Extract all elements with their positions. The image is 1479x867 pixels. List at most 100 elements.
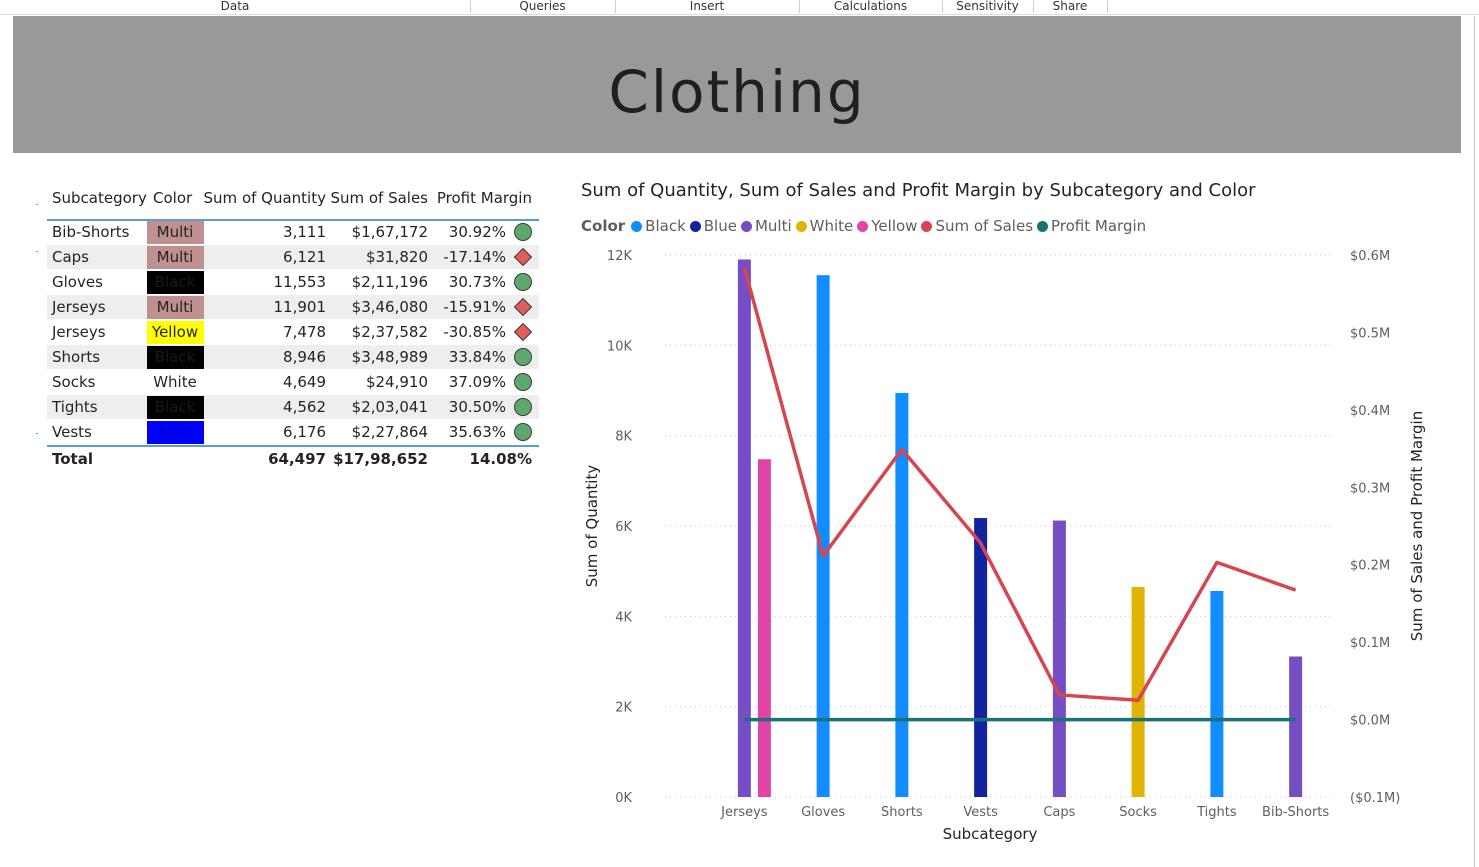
cell-profit-margin: -17.14%: [443, 248, 506, 266]
legend-item-white[interactable]: White: [795, 217, 854, 235]
bar-bib-shorts-multi: [1289, 656, 1303, 797]
cell-profit-margin: -15.91%: [443, 298, 506, 316]
x-tick-label: Vests: [963, 805, 998, 820]
bar-socks-white: [1131, 587, 1145, 797]
cell-sales: $2,37,582: [351, 323, 428, 341]
legend-item-profit-margin[interactable]: Profit Margin: [1037, 217, 1146, 235]
cell-subcategory: Socks: [52, 373, 96, 391]
cell-color: White: [153, 373, 197, 391]
table-row[interactable]: Vests Blue 6,176 $2,27,864 35.63%: [47, 420, 539, 444]
legend-item-black[interactable]: Black: [631, 217, 686, 235]
x-tick-label: Gloves: [801, 805, 845, 820]
cell-color: Blue: [158, 423, 192, 441]
kpi-circle-icon: [514, 348, 532, 366]
y-tick-label: 0K: [615, 791, 632, 806]
chart-legend: Color Black Blue Multi White Yellow Sum of Sal…: [581, 217, 1150, 237]
legend-dot-icon: [631, 221, 643, 232]
y2-tick-label: $0.5M: [1350, 326, 1390, 341]
header-color[interactable]: Color: [153, 183, 192, 219]
table-row[interactable]: Socks White 4,649 $24,910 37.09%: [47, 370, 539, 394]
bar-gloves-black: [816, 275, 830, 797]
bar-shorts-black: [895, 392, 909, 797]
page-title: Clothing: [608, 58, 866, 126]
cell-profit-margin: 33.84%: [448, 348, 506, 366]
y2-tick-label: $0.4M: [1350, 404, 1390, 419]
legend-item-blue[interactable]: Blue: [689, 217, 737, 235]
y2-tick-label: $0.6M: [1350, 249, 1390, 264]
cell-sales: $3,48,989: [351, 348, 428, 366]
y-axis-title: Sum of Quantity: [583, 465, 601, 588]
cell-qty: 4,649: [283, 373, 326, 391]
line-sum-of-sales: [742, 267, 1297, 703]
cell-qty: 11,901: [273, 298, 327, 316]
ribbon-tab-data[interactable]: Data: [0, 0, 471, 13]
legend-item-multi[interactable]: Multi: [740, 217, 792, 235]
kpi-diamond-icon: [514, 248, 532, 266]
kpi-circle-icon: [514, 273, 532, 291]
cell-profit-margin: 30.73%: [448, 273, 506, 291]
cell-color: Black: [154, 398, 196, 416]
legend-label: Black: [645, 217, 686, 235]
table-row[interactable]: Gloves Black 11,553 $2,11,196 30.73%: [47, 270, 539, 294]
x-tick-label: Caps: [1043, 805, 1075, 820]
kpi-circle-icon: [514, 373, 532, 391]
cell-sales: $2,11,196: [351, 273, 428, 291]
legend-label: Profit Margin: [1051, 217, 1147, 235]
table-row[interactable]: Tights Black 4,562 $2,03,041 30.50%: [47, 395, 539, 419]
legend-label: Blue: [703, 217, 737, 235]
ribbon-tab-share[interactable]: Share: [1033, 0, 1108, 13]
y-tick-label: 2K: [615, 701, 632, 716]
bar-tights-black: [1210, 590, 1224, 797]
y-tick-label: 12K: [607, 249, 633, 264]
table-row[interactable]: Caps Multi 6,121 $31,820 -17.14%: [47, 245, 539, 269]
cell-sales: $1,67,172: [351, 223, 428, 241]
header-sum-of-quantity[interactable]: Sum of Quantity: [204, 183, 326, 219]
cell-color: Multi: [156, 298, 194, 316]
ribbon-tab-insert[interactable]: Insert: [615, 0, 800, 13]
legend-item-yellow[interactable]: Yellow: [857, 217, 917, 235]
header-profit-margin[interactable]: Profit Margin: [437, 183, 532, 219]
cell-sales: $2,27,864: [351, 423, 428, 441]
cell-profit-margin: 30.92%: [448, 223, 506, 241]
y-tick-label: 8K: [615, 430, 632, 445]
cell-subcategory: Gloves: [52, 273, 103, 291]
legend-dot-icon: [689, 221, 701, 232]
kpi-circle-icon: [514, 423, 532, 441]
table-row[interactable]: Bib-Shorts Multi 3,111 $1,67,172 30.92%: [47, 220, 539, 244]
bar-vests-blue: [974, 518, 988, 797]
cell-profit-margin: 30.50%: [448, 398, 506, 416]
ribbon-tab-sensitivity[interactable]: Sensitivity: [942, 0, 1034, 13]
legend-label: Multi: [754, 217, 792, 235]
cell-color: Black: [154, 348, 196, 366]
table-row[interactable]: Shorts Black 8,946 $3,48,989 33.84%: [47, 345, 539, 369]
cell-qty: 7,478: [283, 323, 326, 341]
legend-dot-icon: [1037, 221, 1049, 232]
table-row[interactable]: Jerseys Multi 11,901 $3,46,080 -15.91%: [47, 295, 539, 319]
table-row[interactable]: Jerseys Yellow 7,478 $2,37,582 -30.85%: [47, 320, 539, 344]
cell-qty: 6,121: [283, 248, 326, 266]
bar-jerseys-multi: [737, 259, 751, 797]
matrix-header: Subcategory Color Sum of Quantity Sum of…: [47, 183, 539, 221]
header-subcategory[interactable]: Subcategory: [52, 183, 147, 219]
y2-tick-label: $0.3M: [1350, 481, 1390, 496]
ribbon-tab-calculations[interactable]: Calculations: [799, 0, 943, 13]
row-edge-marker: [36, 204, 38, 205]
x-tick-label: Jerseys: [720, 805, 768, 820]
cell-qty: 3,111: [283, 223, 326, 241]
ribbon-tab-queries[interactable]: Queries: [470, 0, 616, 13]
cell-qty: 8,946: [283, 348, 326, 366]
legend-dot-icon: [740, 221, 752, 232]
ribbon-bar: Data Queries Insert Calculations Sensitivity…: [0, 0, 1479, 15]
cell-qty: 4,562: [283, 398, 326, 416]
cell-color: Black: [154, 273, 196, 291]
x-tick-label: Tights: [1196, 805, 1237, 820]
header-sum-of-sales[interactable]: Sum of Sales: [330, 183, 428, 219]
row-edge-marker: [36, 433, 38, 434]
kpi-circle-icon: [514, 223, 532, 241]
cell-profit-margin: -30.85%: [443, 323, 506, 341]
legend-label: White: [809, 217, 854, 235]
cell-qty: 6,176: [283, 423, 326, 441]
legend-item-sum-of-sales[interactable]: Sum of Sales: [921, 217, 1033, 235]
cell-subcategory: Tights: [52, 398, 98, 416]
cell-subcategory: Caps: [52, 248, 90, 266]
